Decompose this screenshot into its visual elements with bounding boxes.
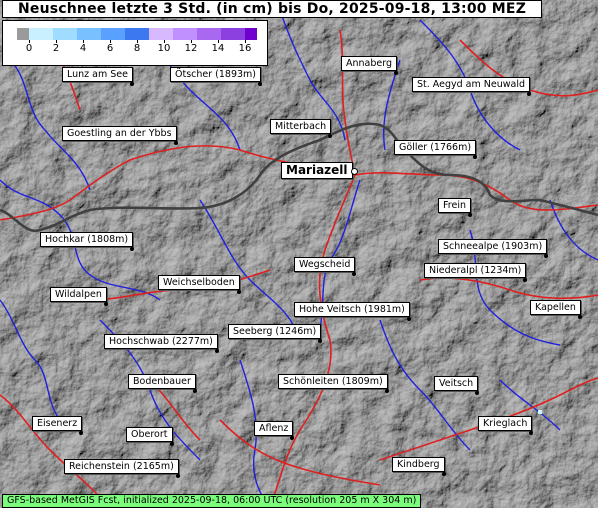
place-label: Wildalpen	[50, 287, 107, 302]
place-marker	[290, 436, 294, 440]
legend-color-step	[197, 28, 221, 40]
place-label: Annaberg	[341, 56, 398, 71]
place-label: Mariazell	[281, 162, 353, 179]
place-label: Kapellen	[530, 300, 581, 315]
place-label: Oberort	[126, 427, 173, 442]
place-label: Hohe Veitsch (1981m)	[294, 302, 410, 317]
legend-tick-mark	[56, 40, 57, 43]
legend-tick-label: 10	[157, 43, 171, 54]
place-marker	[351, 167, 358, 175]
place-marker	[215, 349, 219, 353]
place-marker	[544, 254, 548, 258]
legend-color-step	[29, 28, 53, 40]
place-label: Frein	[438, 198, 471, 213]
place-label: Göller (1766m)	[394, 140, 477, 155]
map-title: Neuschnee letzte 3 Std. (in cm) bis Do, …	[2, 0, 542, 18]
place-marker	[527, 92, 531, 96]
place-label: Aflenz	[254, 421, 294, 436]
legend-tick-mark	[191, 40, 192, 43]
place-label: Goestling an der Ybbs	[62, 126, 177, 141]
place-marker	[318, 339, 322, 343]
place-label: Schönleiten (1809m)	[278, 374, 388, 389]
place-marker	[130, 247, 134, 251]
place-label: Ötscher (1893m)	[170, 67, 262, 82]
place-marker	[352, 272, 356, 276]
place-label: Krieglach	[478, 416, 533, 431]
place-label: Bodenbauer	[128, 374, 196, 389]
legend-tick-mark	[83, 40, 84, 43]
legend: 0 2 4 6 8 10 12 14 16	[2, 20, 268, 66]
place-marker	[104, 302, 108, 306]
snow-patches	[538, 410, 542, 414]
snow-patch	[538, 410, 542, 414]
legend-tick-label: 8	[133, 43, 141, 54]
place-marker	[473, 155, 477, 159]
place-marker	[578, 315, 582, 319]
legend-tick-mark	[29, 40, 30, 43]
legend-tick-mark	[164, 40, 165, 43]
legend-tick-mark	[218, 40, 219, 43]
place-marker	[407, 317, 411, 321]
place-marker	[170, 442, 174, 446]
legend-color-step	[245, 28, 257, 40]
legend-color-step	[149, 28, 173, 40]
legend-color-step	[173, 28, 197, 40]
legend-color-step	[17, 28, 29, 40]
place-marker	[193, 389, 197, 393]
place-marker	[237, 290, 241, 294]
place-label: Mitterbach	[270, 119, 332, 134]
place-marker	[442, 472, 446, 476]
place-label: Hochschwab (2277m)	[104, 334, 218, 349]
place-label: Seeberg (1246m)	[228, 324, 322, 339]
legend-tick-label: 0	[25, 43, 33, 54]
place-marker	[385, 389, 389, 393]
place-marker	[258, 82, 262, 86]
legend-tick-label: 2	[52, 43, 60, 54]
place-marker	[79, 431, 83, 435]
place-label: Kindberg	[392, 457, 445, 472]
legend-tick-mark	[245, 40, 246, 43]
place-label: Wegscheid	[294, 257, 356, 272]
place-label: Hochkar (1808m)	[40, 232, 134, 247]
place-label: Eisenerz	[32, 416, 83, 431]
place-marker	[468, 213, 472, 217]
legend-color-step	[53, 28, 77, 40]
place-label: Reichenstein (2165m)	[64, 459, 179, 474]
place-label: St. Aegyd am Neuwald	[412, 77, 531, 92]
place-marker	[174, 141, 178, 145]
place-marker	[475, 391, 479, 395]
legend-colorbar	[17, 28, 257, 40]
place-label: Veitsch	[434, 376, 479, 391]
legend-tick-label: 4	[79, 43, 87, 54]
place-label: Lunz am See	[62, 67, 133, 82]
place-marker	[176, 474, 180, 478]
legend-tick-mark	[137, 40, 138, 43]
place-marker	[529, 431, 533, 435]
forecast-map: Neuschnee letzte 3 Std. (in cm) bis Do, …	[0, 0, 598, 508]
place-marker	[523, 278, 527, 282]
model-info: GFS-based MetGIS Fcst, initialized 2025-…	[2, 494, 422, 508]
legend-color-step	[101, 28, 125, 40]
legend-color-step	[77, 28, 101, 40]
legend-color-step	[125, 28, 149, 40]
legend-tick-mark	[110, 40, 111, 43]
place-marker	[328, 134, 332, 138]
legend-color-step	[221, 28, 245, 40]
place-marker	[394, 71, 398, 75]
place-label: Weichselboden	[158, 275, 240, 290]
legend-tick-label: 12	[184, 43, 198, 54]
legend-tick-label: 6	[106, 43, 114, 54]
legend-tick-label: 14	[211, 43, 225, 54]
place-marker	[130, 82, 134, 86]
legend-tick-label: 16	[238, 43, 252, 54]
place-label: Niederalpl (1234m)	[424, 263, 527, 278]
place-label: Schneealpe (1903m)	[438, 239, 548, 254]
